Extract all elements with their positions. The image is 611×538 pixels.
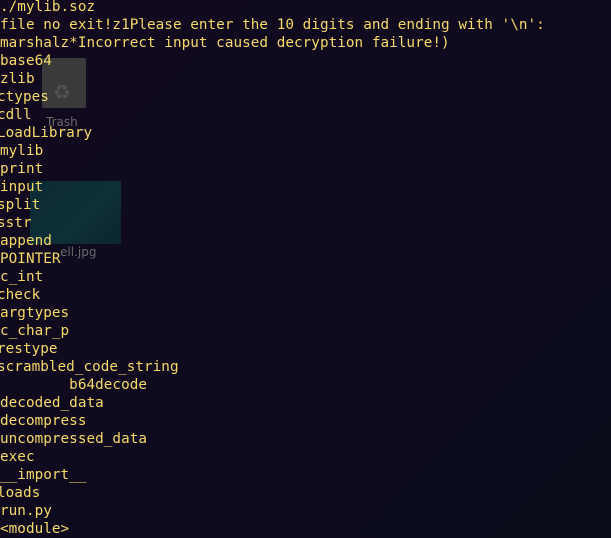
terminal-line: decoded_data	[0, 395, 104, 411]
terminal-line: argtypes	[0, 305, 70, 321]
terminal-line: input	[0, 179, 44, 195]
terminal-output[interactable]: ./mylib.soz file no exit!z1Please enter …	[0, 0, 611, 538]
terminal-line: cdll	[0, 107, 32, 123]
terminal-line: run.py	[0, 503, 52, 519]
terminal-line: zlib	[0, 71, 35, 87]
terminal-line: ctypes	[0, 89, 49, 105]
terminal-line: __import__	[0, 467, 87, 483]
terminal-line: b64decode	[0, 377, 148, 393]
terminal-line: POINTER	[0, 251, 61, 267]
terminal-line: marshalz*Incorrect input caused decrypti…	[0, 35, 450, 51]
terminal-line: file no exit!z1Please enter the 10 digit…	[0, 17, 545, 33]
terminal-line: uncompressed_data	[0, 431, 148, 447]
terminal-line: c_int	[0, 269, 44, 285]
terminal-line: LoadLibrary	[0, 125, 93, 141]
terminal-line: print	[0, 161, 44, 177]
terminal-line: check	[0, 287, 41, 303]
terminal-line: exec	[0, 449, 35, 465]
terminal-line: c_char_p	[0, 323, 70, 339]
terminal-line: loads	[0, 485, 41, 501]
terminal-line: append	[0, 233, 52, 249]
terminal-line: scrambled_code_string	[0, 359, 179, 375]
terminal-line: mylib	[0, 143, 44, 159]
terminal-line: base64	[0, 53, 52, 69]
terminal-line: restype	[0, 341, 58, 357]
terminal-line: split	[0, 197, 41, 213]
terminal-line: sstr	[0, 215, 32, 231]
terminal-line: decompress	[0, 413, 87, 429]
terminal-line: <module>	[0, 521, 70, 537]
terminal-line: ./mylib.soz	[0, 0, 96, 15]
